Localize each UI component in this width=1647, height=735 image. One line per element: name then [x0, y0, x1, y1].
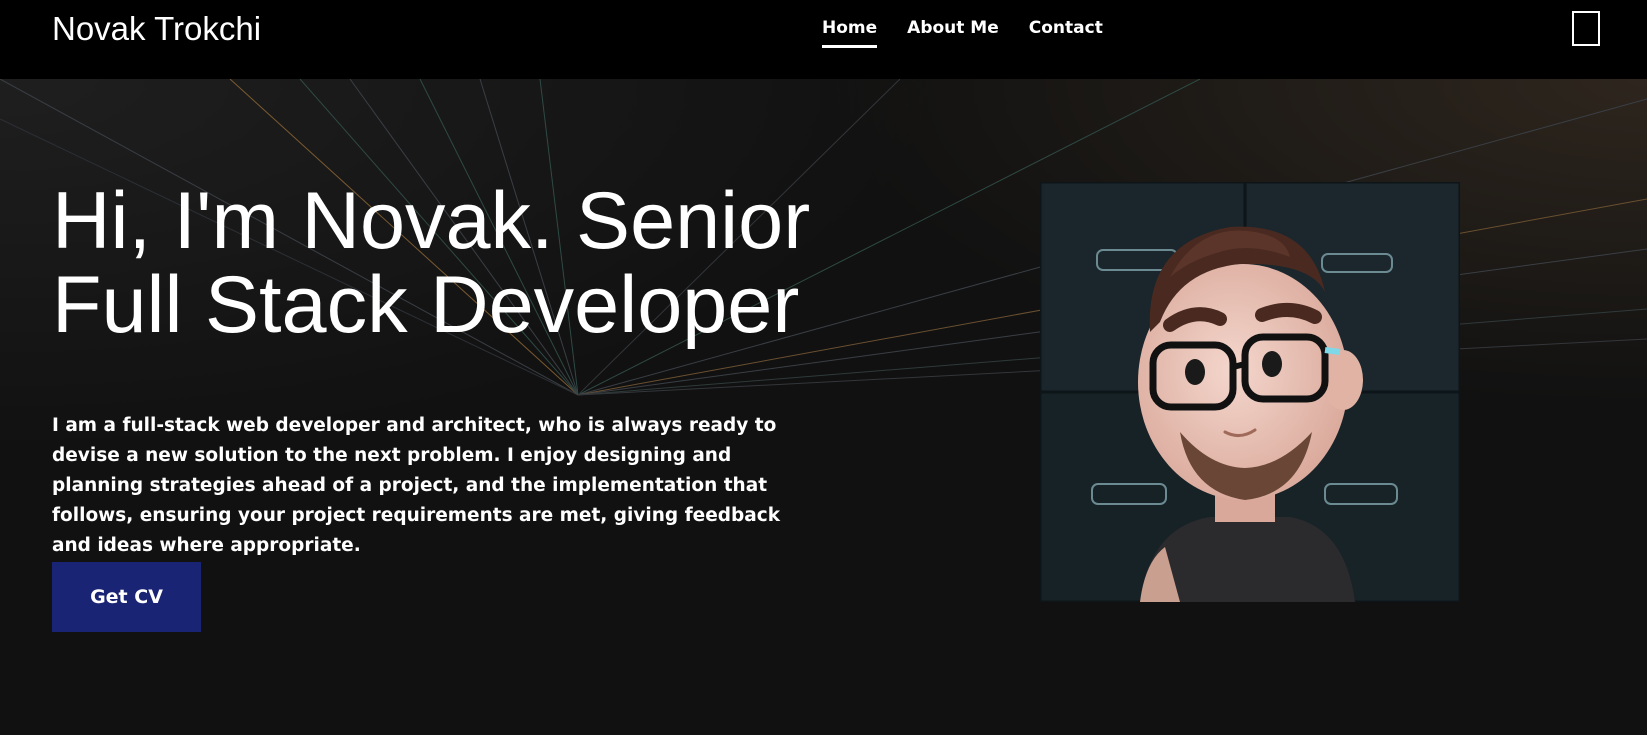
- main-nav: Home About Me Contact: [822, 14, 1103, 60]
- site-header: Novak Trokchi Home About Me Contact: [0, 0, 1647, 79]
- avatar-image: [1040, 182, 1460, 602]
- hero-headline: Hi, I'm Novak. Senior Full Stack Develop…: [52, 176, 811, 350]
- hero-bio: I am a full-stack web developer and arch…: [52, 415, 780, 556]
- brand-name[interactable]: Novak Trokchi: [52, 6, 261, 52]
- nav-about-me[interactable]: About Me: [907, 14, 999, 60]
- get-cv-button[interactable]: Get CV: [52, 562, 201, 632]
- nav-contact[interactable]: Contact: [1029, 14, 1103, 60]
- nav-home[interactable]: Home: [822, 14, 878, 60]
- hero-section: Hi, I'm Novak. Senior Full Stack Develop…: [0, 79, 1647, 735]
- menu-toggle-icon[interactable]: [1572, 11, 1600, 46]
